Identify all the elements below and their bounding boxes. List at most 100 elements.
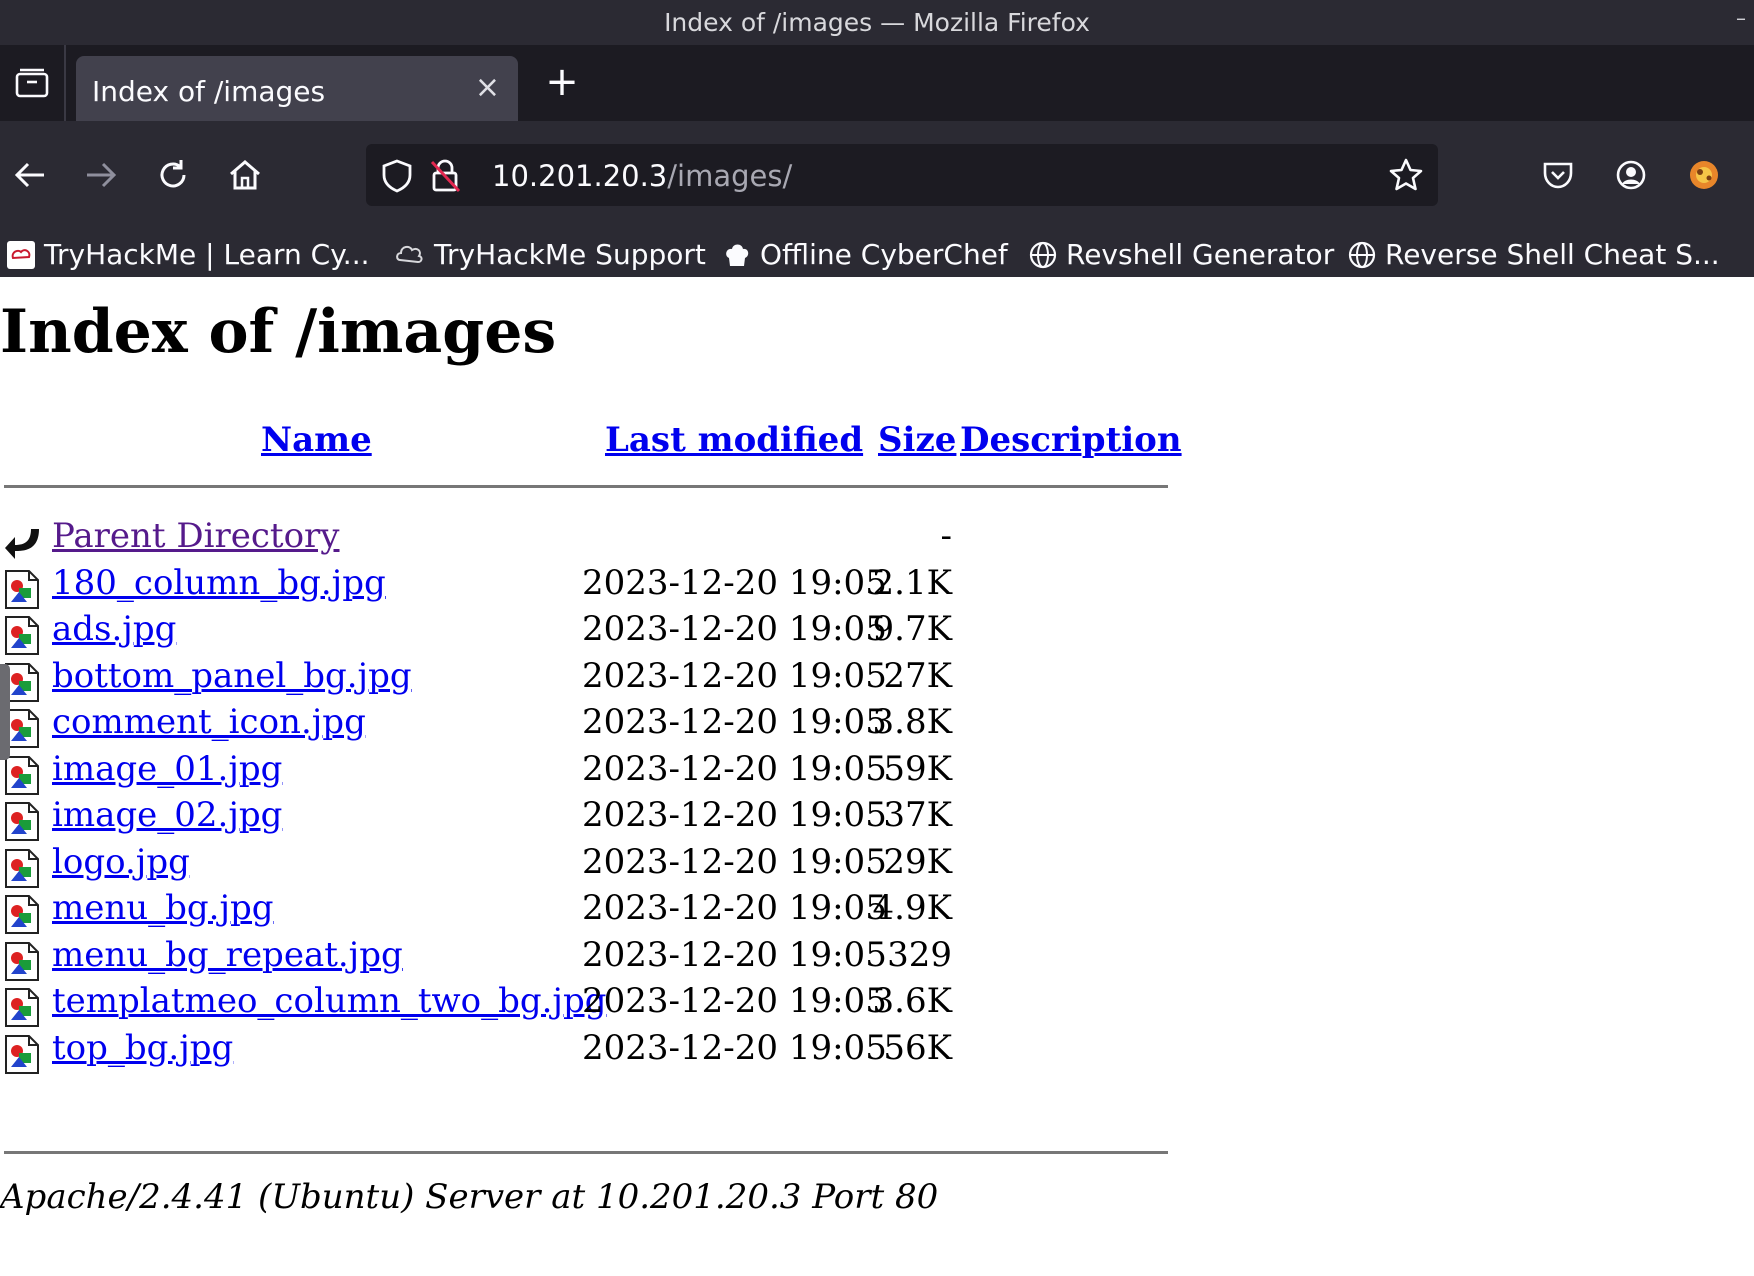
url-text[interactable]: 10.201.20.3/images/ bbox=[492, 159, 792, 193]
insecure-lock-icon[interactable] bbox=[429, 158, 461, 194]
file-row: image_02.jpg 2023-12-20 19:05 37K bbox=[0, 793, 1168, 845]
file-size: 3.6K bbox=[872, 981, 952, 1021]
file-last-modified: 2023-12-20 19:05 bbox=[582, 981, 887, 1021]
extension-button[interactable] bbox=[1682, 153, 1726, 197]
column-header-last-modified[interactable]: Last modified bbox=[605, 420, 863, 460]
image-file-icon bbox=[5, 802, 39, 841]
url-host: 10.201.20.3 bbox=[492, 159, 668, 193]
bookmark-tryhackme[interactable]: TryHackMe | Learn Cy... bbox=[6, 232, 370, 277]
file-row: logo.jpg 2023-12-20 19:05 29K bbox=[0, 840, 1168, 892]
navigation-toolbar: 10.201.20.3/images/ bbox=[0, 121, 1754, 232]
bookmark-tryhackme-support[interactable]: TryHackMe Support bbox=[394, 232, 706, 277]
tab-overview-button[interactable] bbox=[0, 45, 66, 121]
parent-size: - bbox=[940, 516, 953, 556]
file-last-modified: 2023-12-20 19:05 bbox=[582, 795, 887, 835]
forward-arrow-icon bbox=[87, 162, 117, 188]
footer-divider bbox=[4, 1151, 1168, 1154]
sidebar-grip-handle[interactable] bbox=[0, 664, 10, 760]
back-button[interactable] bbox=[8, 153, 52, 197]
bookmarks-toolbar: TryHackMe | Learn Cy... TryHackMe Suppor… bbox=[0, 232, 1754, 277]
home-icon bbox=[230, 160, 260, 190]
account-button[interactable] bbox=[1609, 153, 1653, 197]
file-size: 3.8K bbox=[872, 702, 952, 742]
bookmark-revshell-generator[interactable]: Revshell Generator bbox=[1028, 232, 1334, 277]
forward-button[interactable] bbox=[79, 153, 123, 197]
reload-button[interactable] bbox=[151, 153, 195, 197]
parent-directory-row: Parent Directory - bbox=[0, 514, 1168, 566]
column-header-name[interactable]: Name bbox=[261, 420, 372, 460]
globe-icon bbox=[1347, 240, 1377, 270]
file-last-modified: 2023-12-20 19:05 bbox=[582, 748, 887, 789]
image-file-icon bbox=[5, 895, 39, 934]
bookmark-reverse-shell-cheat-sheet[interactable]: Reverse Shell Cheat S... bbox=[1347, 232, 1720, 277]
bookmark-label: Revshell Generator bbox=[1066, 238, 1335, 271]
file-link[interactable]: 180_column_bg.jpg bbox=[52, 563, 386, 603]
account-icon bbox=[1616, 160, 1646, 190]
window-title: Index of /images — Mozilla Firefox bbox=[664, 8, 1090, 37]
file-size: 329 bbox=[887, 934, 952, 975]
pocket-icon bbox=[1543, 162, 1573, 189]
file-size: 29K bbox=[883, 841, 952, 882]
file-link[interactable]: templatmeo_column_two_bg.jpg bbox=[52, 981, 607, 1021]
column-header-description[interactable]: Description bbox=[960, 420, 1182, 460]
file-row: image_01.jpg 2023-12-20 19:05 59K bbox=[0, 747, 1168, 799]
new-tab-button[interactable]: + bbox=[542, 62, 582, 103]
file-last-modified: 2023-12-20 19:05 bbox=[582, 888, 887, 928]
window-titlebar: Index of /images — Mozilla Firefox – bbox=[0, 0, 1754, 45]
file-row: menu_bg_repeat.jpg 2023-12-20 19:05 329 bbox=[0, 933, 1168, 985]
reload-icon bbox=[160, 160, 186, 188]
image-file-icon bbox=[5, 988, 39, 1027]
image-file-icon bbox=[5, 616, 39, 655]
file-last-modified: 2023-12-20 19:05 bbox=[582, 562, 887, 603]
file-last-modified: 2023-12-20 19:05 bbox=[582, 1027, 887, 1068]
file-size: 37K bbox=[883, 795, 952, 835]
cloud-icon bbox=[394, 240, 426, 270]
image-file-icon bbox=[5, 848, 39, 888]
file-link[interactable]: top_bg.jpg bbox=[52, 1028, 233, 1068]
bookmark-offline-cyberchef[interactable]: Offline CyberChef bbox=[722, 232, 1008, 277]
file-size: 2.1K bbox=[872, 562, 952, 603]
bookmark-star-icon[interactable] bbox=[1388, 157, 1424, 193]
back-arrow-folder-icon bbox=[5, 529, 39, 559]
file-last-modified: 2023-12-20 19:05 bbox=[582, 609, 887, 649]
column-header-size[interactable]: Size bbox=[878, 420, 956, 460]
tab-strip: Index of /images × + bbox=[0, 45, 1754, 126]
tab-overview-icon bbox=[15, 68, 49, 98]
header-divider bbox=[4, 485, 1168, 488]
tab-close-icon[interactable]: × bbox=[475, 70, 500, 105]
file-link[interactable]: comment_icon.jpg bbox=[52, 702, 366, 742]
file-link[interactable]: image_01.jpg bbox=[52, 749, 282, 789]
shield-icon[interactable] bbox=[381, 159, 413, 193]
file-size: 27K bbox=[883, 655, 952, 696]
file-link[interactable]: image_02.jpg bbox=[52, 795, 282, 835]
home-button[interactable] bbox=[223, 153, 267, 197]
server-signature: Apache/2.4.41 (Ubuntu) Server at 10.201.… bbox=[0, 1177, 939, 1217]
file-row: menu_bg.jpg 2023-12-20 19:05 4.9K bbox=[0, 886, 1168, 938]
image-file-icon bbox=[5, 569, 39, 609]
extension-icon bbox=[1690, 161, 1718, 189]
file-row: 180_column_bg.jpg 2023-12-20 19:05 2.1K bbox=[0, 561, 1168, 613]
file-link[interactable]: logo.jpg bbox=[52, 842, 190, 882]
image-file-icon bbox=[5, 941, 39, 981]
file-row: comment_icon.jpg 2023-12-20 19:05 3.8K bbox=[0, 700, 1168, 752]
file-last-modified: 2023-12-20 19:05 bbox=[582, 841, 887, 882]
file-size: 9.7K bbox=[872, 609, 952, 649]
file-last-modified: 2023-12-20 19:05 bbox=[582, 702, 887, 742]
file-size: 4.9K bbox=[872, 888, 952, 928]
file-last-modified: 2023-12-20 19:05 bbox=[582, 655, 887, 696]
back-arrow-icon bbox=[14, 162, 44, 188]
file-row: ads.jpg 2023-12-20 19:05 9.7K bbox=[0, 607, 1168, 659]
url-path: /images/ bbox=[667, 159, 793, 193]
tab-index-of-images[interactable]: Index of /images × bbox=[76, 56, 518, 126]
bookmark-label: TryHackMe Support bbox=[434, 238, 706, 271]
file-link[interactable]: menu_bg_repeat.jpg bbox=[52, 935, 403, 975]
file-row: top_bg.jpg 2023-12-20 19:05 56K bbox=[0, 1026, 1168, 1078]
image-file-icon bbox=[5, 1034, 39, 1074]
pocket-button[interactable] bbox=[1536, 153, 1580, 197]
url-bar[interactable]: 10.201.20.3/images/ bbox=[366, 144, 1438, 206]
file-link[interactable]: bottom_panel_bg.jpg bbox=[52, 656, 412, 696]
parent-directory-link[interactable]: Parent Directory bbox=[52, 516, 340, 556]
minimize-button[interactable]: – bbox=[1736, 6, 1746, 30]
file-link[interactable]: menu_bg.jpg bbox=[52, 888, 274, 928]
file-link[interactable]: ads.jpg bbox=[52, 609, 176, 649]
